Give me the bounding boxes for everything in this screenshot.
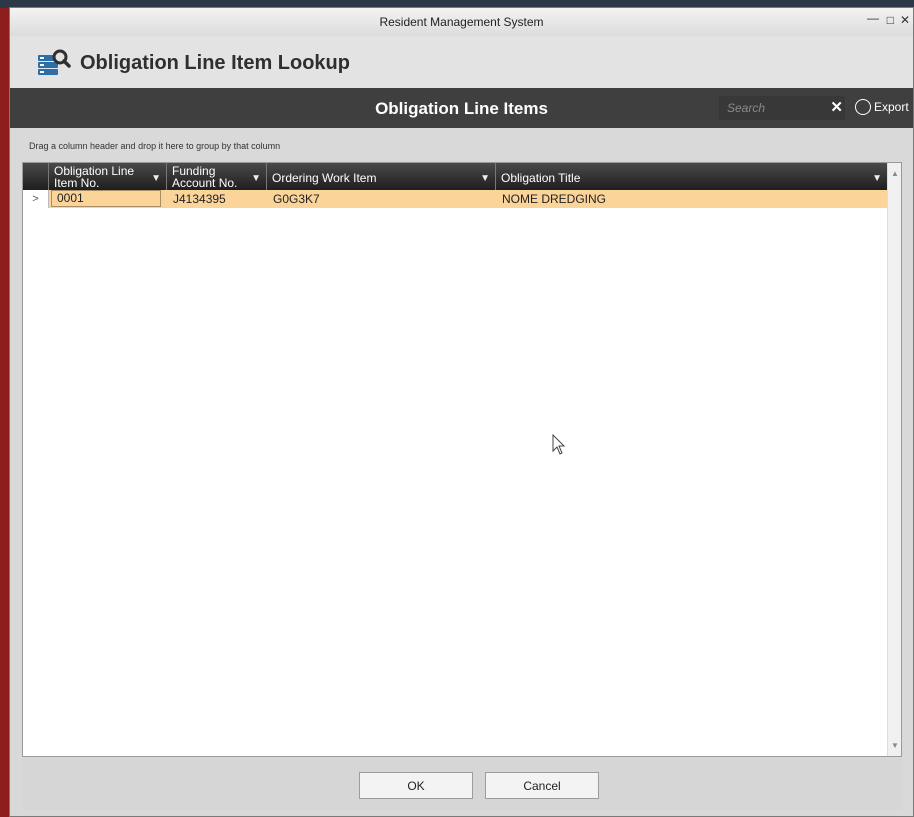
export-icon	[855, 99, 871, 115]
cancel-button[interactable]: Cancel	[485, 772, 599, 799]
clear-search-icon[interactable]: ✕	[830, 98, 843, 116]
cell-ordering-work-item[interactable]: G0G3K7	[273, 192, 320, 206]
maximize-button[interactable]: □	[887, 13, 894, 27]
column-label: Ordering Work Item	[272, 171, 377, 185]
scroll-up-icon[interactable]: ▲	[891, 169, 899, 178]
cell-funding-account[interactable]: J4134395	[173, 192, 226, 206]
ok-button[interactable]: OK	[359, 772, 473, 799]
filter-icon[interactable]: ▼	[151, 173, 161, 184]
table-row[interactable]: > 0001 J4134395 G0G3K7 NOME DREDGING	[23, 190, 887, 208]
group-hint: Drag a column header and drop it here to…	[29, 141, 281, 151]
title-bar: Resident Management System — □ ✕	[10, 8, 913, 37]
lookup-header: Obligation Line Item Lookup	[10, 36, 913, 89]
filter-icon[interactable]: ▼	[251, 173, 261, 184]
filter-icon[interactable]: ▼	[480, 173, 490, 184]
window-title: Resident Management System	[379, 15, 544, 29]
row-indicator: >	[23, 190, 49, 208]
export-label: Export	[874, 100, 909, 114]
grid-header: Obligation Line Item No. ▼ Funding Accou…	[23, 163, 887, 190]
page-title: Obligation Line Item Lookup	[80, 52, 350, 74]
grid-toolbar: Obligation Line Items ✕ Export	[10, 88, 913, 128]
data-grid: Obligation Line Item No. ▼ Funding Accou…	[22, 162, 902, 757]
column-label: Item No.	[54, 176, 100, 190]
filter-icon[interactable]: ▼	[872, 173, 882, 184]
mouse-cursor-icon	[552, 434, 566, 455]
database-search-icon	[38, 49, 71, 75]
search-input[interactable]	[719, 96, 823, 120]
row-selector-header	[23, 163, 49, 190]
dialog-window: Resident Management System — □ ✕ Obligat…	[9, 7, 914, 817]
vertical-scrollbar[interactable]: ▲ ▼	[887, 163, 901, 756]
dialog-footer: OK Cancel	[22, 758, 902, 810]
column-header-ordering-work-item[interactable]: Ordering Work Item ▼	[267, 163, 496, 190]
column-header-line-item-no[interactable]: Obligation Line Item No. ▼	[49, 163, 167, 190]
group-panel[interactable]: Drag a column header and drop it here to…	[22, 133, 902, 155]
column-label: Account No.	[172, 176, 238, 190]
search-box: ✕	[719, 96, 845, 120]
minimize-button[interactable]: —	[867, 11, 879, 25]
scroll-down-icon[interactable]: ▼	[891, 741, 899, 750]
column-header-obligation-title[interactable]: Obligation Title ▼	[496, 163, 887, 190]
cell-line-item-no[interactable]: 0001	[51, 190, 161, 207]
close-button[interactable]: ✕	[900, 13, 910, 27]
column-label: Obligation Title	[501, 171, 581, 185]
column-header-funding-account[interactable]: Funding Account No. ▼	[167, 163, 267, 190]
cell-obligation-title[interactable]: NOME DREDGING	[502, 192, 606, 206]
